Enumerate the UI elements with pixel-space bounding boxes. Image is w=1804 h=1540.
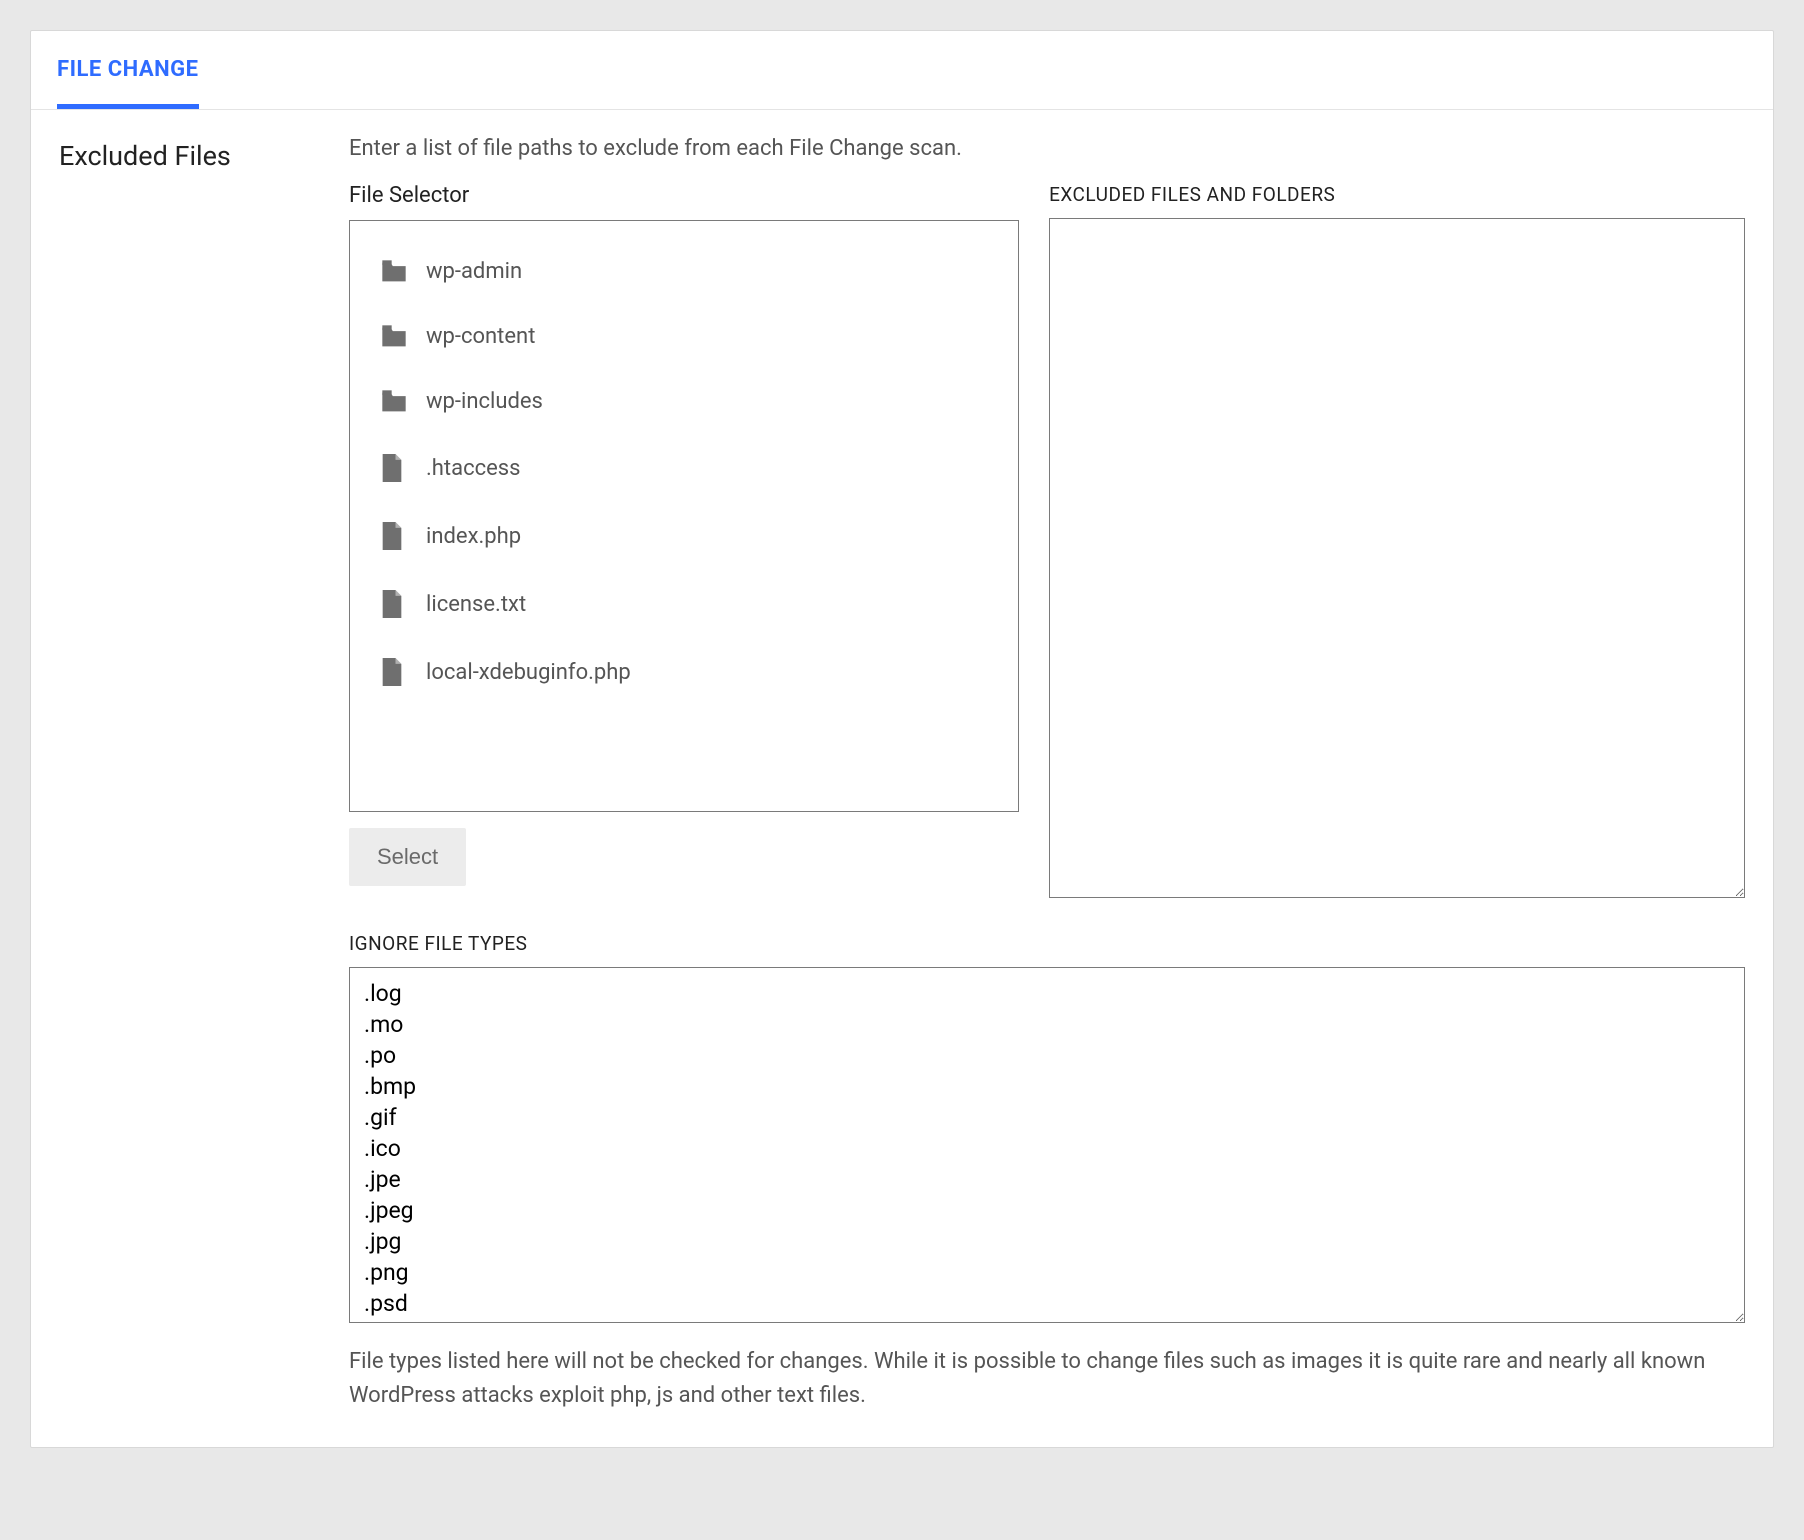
folder-icon	[380, 260, 408, 284]
excluded-label: EXCLUDED FILES AND FOLDERS	[1049, 183, 1745, 206]
ignore-section: IGNORE FILE TYPES File types listed here…	[349, 932, 1745, 1413]
file-icon	[380, 522, 404, 550]
right-column: Enter a list of file paths to exclude fr…	[349, 136, 1745, 1413]
ignore-help-text: File types listed here will not be check…	[349, 1345, 1745, 1413]
file-selector-item-label: wp-includes	[426, 389, 543, 414]
file-icon	[380, 658, 404, 686]
ignore-label: IGNORE FILE TYPES	[349, 932, 1745, 955]
section-title: Excluded Files	[59, 140, 309, 172]
section-description: Enter a list of file paths to exclude fr…	[349, 136, 1745, 161]
excluded-column: EXCLUDED FILES AND FOLDERS	[1049, 183, 1745, 898]
tabs-bar: FILE CHANGE	[31, 31, 1773, 110]
file-selector-item[interactable]: index.php	[362, 502, 1014, 570]
folder-icon	[380, 390, 408, 414]
file-selector-item[interactable]: local-xdebuginfo.php	[362, 638, 1014, 706]
tab-file-change[interactable]: FILE CHANGE	[57, 31, 199, 109]
folder-icon	[380, 260, 408, 284]
file-selector-item-label: index.php	[426, 524, 521, 549]
file-selector-item-label: license.txt	[426, 592, 526, 617]
settings-card: FILE CHANGE Excluded Files Enter a list …	[30, 30, 1774, 1448]
file-selector-item[interactable]: wp-content	[362, 304, 1014, 369]
selector-and-excluded-row: File Selector wp-admin wp-content wp-inclu…	[349, 183, 1745, 898]
file-icon	[380, 658, 408, 686]
file-icon	[380, 522, 408, 550]
file-selector-item-label: wp-content	[426, 324, 535, 349]
file-icon	[380, 590, 404, 618]
ignore-file-types-textarea[interactable]	[349, 967, 1745, 1323]
file-selector-column: File Selector wp-admin wp-content wp-inclu…	[349, 183, 1019, 898]
file-selector-item[interactable]: license.txt	[362, 570, 1014, 638]
file-selector-item-label: local-xdebuginfo.php	[426, 660, 631, 685]
file-selector-item[interactable]: wp-admin	[362, 239, 1014, 304]
select-button[interactable]: Select	[349, 828, 466, 886]
file-icon	[380, 454, 404, 482]
file-selector-item[interactable]: wp-includes	[362, 369, 1014, 434]
file-selector-item[interactable]: .htaccess	[362, 434, 1014, 502]
file-selector-item-label: wp-admin	[426, 259, 522, 284]
folder-icon	[380, 325, 408, 349]
file-icon	[380, 454, 408, 482]
file-selector-label: File Selector	[349, 183, 1019, 208]
excluded-files-textarea[interactable]	[1049, 218, 1745, 898]
file-icon	[380, 590, 408, 618]
content-area: Excluded Files Enter a list of file path…	[31, 110, 1773, 1447]
folder-icon	[380, 390, 408, 414]
folder-icon	[380, 325, 408, 349]
left-column: Excluded Files	[59, 136, 309, 1413]
file-selector-item-label: .htaccess	[426, 456, 521, 481]
file-selector-list[interactable]: wp-admin wp-content wp-includes .htaccess in…	[349, 220, 1019, 812]
